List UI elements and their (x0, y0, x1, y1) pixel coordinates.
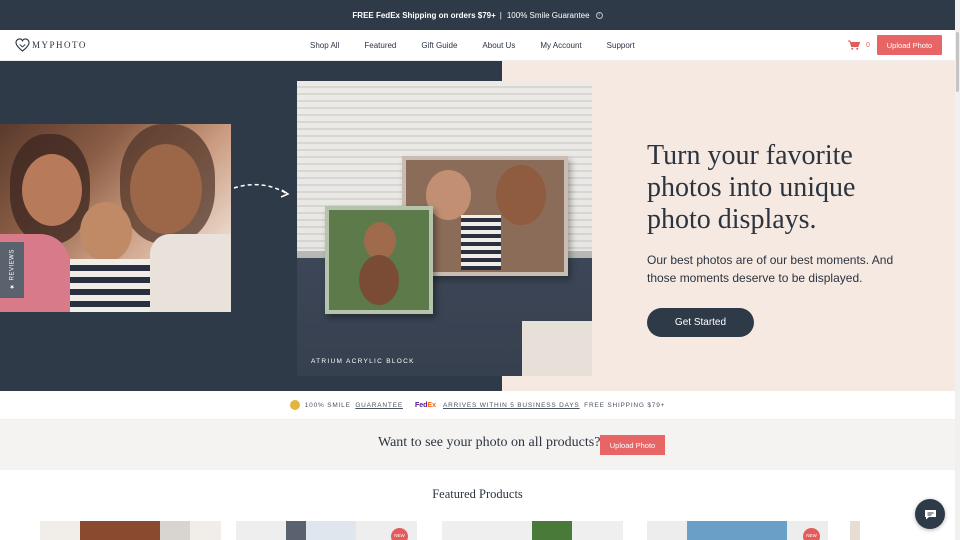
logo-heart-icon (15, 38, 30, 52)
product-card[interactable] (442, 521, 623, 540)
fedex-logo: FedEx (414, 401, 436, 409)
nav-featured[interactable]: Featured (364, 41, 396, 50)
trust-strip: 100% SMILE GUARANTEE FedEx ARRIVES WITHI… (0, 391, 955, 420)
nav-support[interactable]: Support (607, 41, 635, 50)
nav-gift-guide[interactable]: Gift Guide (421, 41, 457, 50)
family-photo (0, 124, 231, 312)
product-card[interactable] (850, 521, 860, 540)
scrollbar-thumb[interactable] (956, 32, 959, 92)
info-icon[interactable]: i (595, 11, 603, 19)
reviews-tab[interactable]: ★ REVIEWS (0, 242, 24, 298)
new-badge: NEW (803, 528, 820, 540)
hero-title: Turn your favorite photos into unique ph… (647, 140, 856, 235)
new-badge: NEW (391, 528, 408, 540)
get-started-button[interactable]: Get Started (647, 308, 754, 337)
hero-subtitle: Our best photos are of our best moments.… (647, 253, 894, 285)
delivery-link[interactable]: ARRIVES WITHIN 5 BUSINESS DAYS (443, 402, 580, 409)
cart[interactable]: 0 (848, 40, 870, 50)
promo-bar: FREE FedEx Shipping on orders $79+ | 100… (0, 0, 955, 30)
free-shipping-text: FREE SHIPPING $79+ (584, 401, 666, 409)
chat-icon (924, 509, 936, 519)
guarantee-link[interactable]: GUARANTEE (355, 402, 403, 409)
logo[interactable]: MYPHOTO (15, 38, 87, 52)
upload-band-text: Want to see your photo on all products? (378, 435, 601, 450)
product-card[interactable] (647, 521, 828, 540)
promo-separator: | (499, 10, 502, 20)
scrollbar[interactable] (955, 0, 960, 540)
product-caption: ATRIUM ACRYLIC BLOCK (311, 358, 415, 365)
shipping-promo-text: FREE FedEx Shipping on orders $79+ (352, 10, 496, 20)
band-upload-photo-button[interactable]: Upload Photo (600, 435, 665, 455)
chat-button[interactable] (915, 499, 945, 529)
dashed-arrow-icon (233, 183, 290, 198)
cart-count: 0 (866, 41, 870, 49)
cart-icon (848, 40, 860, 50)
upload-photo-button[interactable]: Upload Photo (877, 35, 942, 55)
nav-my-account[interactable]: My Account (540, 41, 581, 50)
site-header: MYPHOTO Shop All Featured Gift Guide Abo… (0, 30, 955, 61)
product-card[interactable] (236, 521, 417, 540)
guarantee-text: 100% Smile Guarantee (506, 10, 590, 20)
nav-shop-all[interactable]: Shop All (310, 41, 339, 50)
logo-wordmark: MYPHOTO (32, 40, 87, 50)
acrylic-block-photo: ATRIUM ACRYLIC BLOCK (297, 81, 592, 376)
featured-title: Featured Products (432, 487, 523, 501)
smile-icon (289, 400, 300, 410)
upload-band: Want to see your photo on all products? … (0, 420, 955, 470)
nav-about-us[interactable]: About Us (482, 41, 515, 50)
smile-text: 100% SMILE (304, 401, 351, 409)
product-card[interactable] (40, 521, 221, 540)
main-nav: Shop All Featured Gift Guide About Us My… (310, 30, 660, 61)
